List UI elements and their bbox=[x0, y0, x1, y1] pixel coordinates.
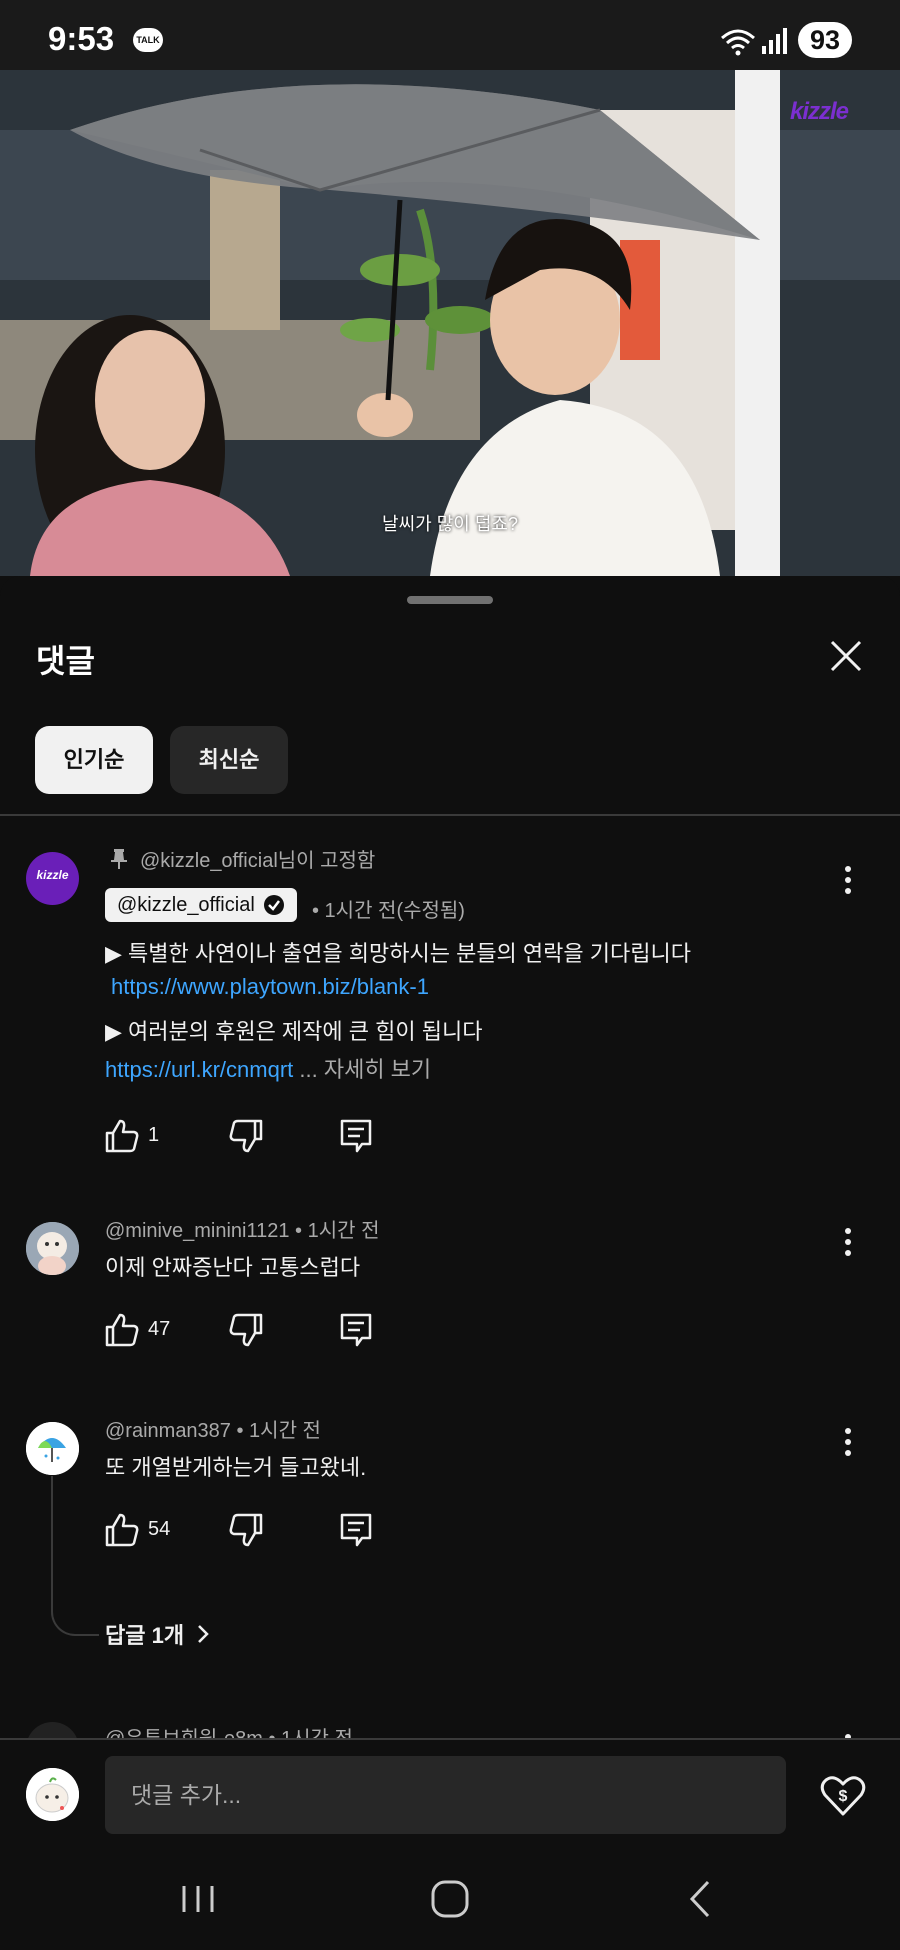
super-thanks-icon[interactable]: $ bbox=[820, 1772, 866, 1818]
filter-chip-popular[interactable]: 인기순 bbox=[35, 726, 153, 794]
recent-apps-icon[interactable] bbox=[175, 1876, 221, 1922]
comment-meta: @rainman387 • 1시간 전 bbox=[105, 1414, 321, 1443]
comment-input[interactable] bbox=[105, 1756, 786, 1834]
video-frame bbox=[0, 70, 900, 576]
avatar-image bbox=[26, 1222, 79, 1275]
comment-meta: @minive_minini1121 • 1시간 전 bbox=[105, 1214, 379, 1243]
close-icon[interactable] bbox=[828, 638, 864, 674]
read-more-link[interactable]: ... 자세히 보기 bbox=[293, 1057, 431, 1082]
comment-line-with-more: https://url.kr/cnmqrt ... 자세히 보기 bbox=[105, 1052, 431, 1084]
system-nav-bar bbox=[0, 1848, 900, 1950]
svg-text:$: $ bbox=[839, 1788, 848, 1805]
battery-level: 93 bbox=[798, 22, 852, 58]
reply-icon[interactable] bbox=[338, 1512, 374, 1548]
pinned-label: @kizzle_official님이 고정함 bbox=[110, 844, 375, 873]
thumbs-up-icon[interactable] bbox=[104, 1312, 140, 1348]
avatar-label: kizzle bbox=[36, 868, 69, 882]
reply-icon[interactable] bbox=[338, 1118, 374, 1154]
status-bar: 9:53 TALK 93 bbox=[0, 0, 900, 70]
like-count: 47 bbox=[148, 1318, 171, 1340]
avatar[interactable]: kizzle bbox=[26, 852, 79, 905]
pinned-text: @kizzle_official님이 고정함 bbox=[140, 850, 376, 872]
comment-link[interactable]: https://url.kr/cnmqrt bbox=[105, 1057, 293, 1082]
pin-icon bbox=[111, 848, 127, 869]
more-vert-icon[interactable] bbox=[836, 1426, 860, 1458]
comment-time: • 1시간 전 bbox=[236, 1420, 321, 1442]
video-player[interactable]: kizzle 날씨가 많이 덥죠? bbox=[0, 70, 900, 576]
verified-icon bbox=[263, 895, 284, 915]
more-vert-icon[interactable] bbox=[836, 1226, 860, 1258]
author-name[interactable]: @minive_minini1121 bbox=[105, 1220, 289, 1242]
avatar-image bbox=[26, 1422, 79, 1475]
comment-text: 이제 안짜증난다 고통스럽다 bbox=[105, 1255, 361, 1280]
comment-item-partial: @유튜브회원-e8m • 1시간 전 bbox=[0, 1720, 900, 1740]
thumbs-up-icon[interactable] bbox=[104, 1118, 140, 1154]
thumbs-up-icon[interactable] bbox=[104, 1512, 140, 1548]
back-icon[interactable] bbox=[678, 1876, 724, 1922]
reply-icon[interactable] bbox=[338, 1312, 374, 1348]
comment-text: 또 개열받게하는거 들고왔네. bbox=[105, 1455, 367, 1480]
divider bbox=[0, 814, 900, 816]
drag-handle[interactable] bbox=[407, 596, 493, 604]
home-icon[interactable] bbox=[427, 1876, 473, 1922]
status-time: 9:53 bbox=[48, 20, 115, 57]
author-name: @kizzle_official bbox=[117, 894, 255, 916]
kakaotalk-notification-icon: TALK bbox=[133, 28, 163, 52]
comment-time: • 1시간 전(수정됨) bbox=[312, 900, 465, 922]
more-vert-icon[interactable] bbox=[836, 864, 860, 896]
comment-line: ▶ 특별한 사연이나 출연을 희망하시는 분들의 연락을 기다립니다 bbox=[105, 941, 691, 966]
comment-item: @minive_minini1121 • 1시간 전 이제 안짜증난다 고통스럽… bbox=[0, 1214, 900, 1384]
thumbs-down-icon[interactable] bbox=[228, 1312, 264, 1348]
comment-line: ▶ 여러분의 후원은 제작에 큰 힘이 됩니다 bbox=[105, 1019, 483, 1044]
view-replies-button[interactable]: 답글 1개 bbox=[105, 1618, 210, 1650]
avatar-image bbox=[26, 1768, 79, 1821]
comment-item: @rainman387 • 1시간 전 또 개열받게하는거 들고왔네. 54 답… bbox=[0, 1414, 900, 1684]
reply-thread-line bbox=[51, 1476, 99, 1636]
author-badge[interactable]: @kizzle_official bbox=[105, 888, 297, 922]
user-avatar[interactable] bbox=[26, 1768, 79, 1821]
sheet-title: 댓글 bbox=[36, 643, 95, 679]
thumbs-down-icon[interactable] bbox=[228, 1118, 264, 1154]
author-name[interactable]: @rainman387 bbox=[105, 1420, 231, 1442]
comment-item: kizzle @kizzle_official님이 고정함 @kizzle_of… bbox=[0, 844, 900, 1184]
comment-time: • 1시간 전 bbox=[295, 1220, 380, 1242]
filter-chip-latest[interactable]: 최신순 bbox=[170, 726, 288, 794]
replies-label: 답글 1개 bbox=[105, 1623, 185, 1648]
video-subtitle: 날씨가 많이 덥죠? bbox=[382, 514, 518, 534]
avatar[interactable] bbox=[26, 1222, 79, 1275]
like-count: 1 bbox=[148, 1124, 160, 1146]
comment-input-bar: $ bbox=[0, 1738, 900, 1848]
channel-watermark: kizzle bbox=[790, 98, 849, 125]
signal-icon bbox=[762, 28, 787, 54]
wifi-icon bbox=[721, 29, 755, 56]
comment-link[interactable]: https://www.playtown.biz/blank-1 bbox=[111, 974, 429, 1000]
avatar[interactable] bbox=[26, 1422, 79, 1475]
chevron-right-icon bbox=[198, 1625, 209, 1643]
thumbs-down-icon[interactable] bbox=[228, 1512, 264, 1548]
like-count: 54 bbox=[148, 1518, 171, 1540]
